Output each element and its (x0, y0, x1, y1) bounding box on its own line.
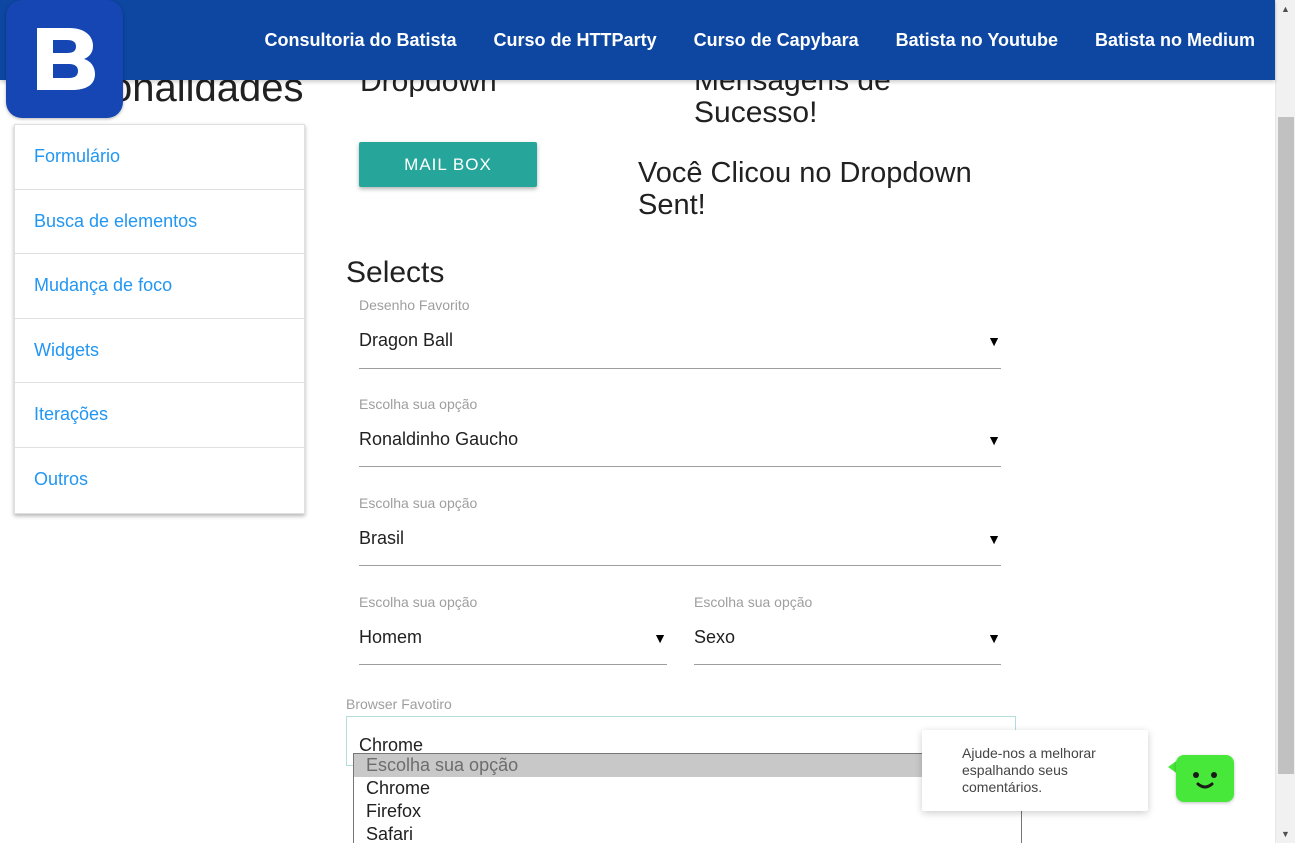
nav-link-capybara[interactable]: Curso de Capybara (694, 30, 859, 51)
select-desenho-favorito[interactable]: Desenho Favorito Dragon Ball ▼ (359, 297, 1001, 369)
page-scrollbar[interactable]: ▲ ▼ (1275, 0, 1295, 843)
select-underline (359, 368, 1001, 369)
select-value: Ronaldinho Gaucho (359, 429, 519, 449)
select-underline (359, 565, 1001, 566)
select-value: Homem (359, 627, 423, 647)
nav-link-httparty[interactable]: Curso de HTTParty (494, 30, 657, 51)
browser-option-firefox[interactable]: Firefox (354, 800, 1021, 823)
sidebar-menu: Formulário Busca de elementos Mudança de… (14, 124, 305, 514)
sidebar-item-mudanca-foco[interactable]: Mudança de foco (15, 254, 304, 319)
selects-heading: Selects (346, 256, 445, 289)
sidebar-item-formulario[interactable]: Formulário (15, 125, 304, 190)
feedback-chat-bubble[interactable]: Ajude-nos a melhorar espalhando seus com… (922, 730, 1148, 811)
sidebar-item-outros[interactable]: Outros (15, 448, 304, 513)
logo-b-icon (36, 28, 95, 90)
select-value: Dragon Ball (359, 330, 454, 350)
select-value: Brasil (359, 528, 405, 548)
sidebar-item-busca-elementos[interactable]: Busca de elementos (15, 190, 304, 255)
select-label: Escolha sua opção (359, 495, 478, 511)
sidebar-item-iteracoes[interactable]: Iterações (15, 383, 304, 448)
nav-link-youtube[interactable]: Batista no Youtube (896, 30, 1058, 51)
scroll-up-arrow-icon[interactable]: ▲ (1281, 4, 1290, 14)
select-sexo[interactable]: Escolha sua opção Sexo ▼ (694, 594, 1001, 666)
scrollbar-thumb[interactable] (1278, 117, 1294, 774)
chat-line1: Ajude-nos a melhorar (962, 745, 1096, 761)
nav-link-medium[interactable]: Batista no Medium (1095, 30, 1255, 51)
browser-option-chrome[interactable]: Chrome (354, 777, 1021, 800)
top-navbar: Consultoria do Batista Curso de HTTParty… (0, 0, 1275, 80)
smiley-face-icon (1193, 772, 1217, 789)
dropdown-caret-icon: ▼ (987, 630, 1001, 646)
chat-line3: comentários. (962, 779, 1043, 795)
sidebar-item-widgets[interactable]: Widgets (15, 319, 304, 384)
dropdown-caret-icon: ▼ (653, 630, 667, 646)
feedback-chat-text: Ajude-nos a melhorar espalhando seus com… (962, 745, 1122, 796)
select-label: Desenho Favorito (359, 297, 470, 313)
browser-option-placeholder[interactable]: Escolha sua opção (354, 754, 1021, 777)
dropdown-caret-icon: ▼ (987, 432, 1001, 448)
select-underline (694, 664, 1001, 665)
nav-links: Consultoria do Batista Curso de HTTParty… (228, 0, 1255, 80)
dropdown-clicked-message: Você Clicou no Dropdown Sent! (638, 157, 972, 221)
success-heading-line2: Sucesso! (694, 96, 818, 129)
select-label: Escolha sua opção (359, 594, 478, 610)
nav-link-consultoria[interactable]: Consultoria do Batista (265, 30, 457, 51)
clicked-message-line1: Você Clicou no Dropdown (638, 157, 972, 189)
select-underline (359, 466, 1001, 467)
select-genero[interactable]: Escolha sua opção Homem ▼ (359, 594, 667, 666)
mail-box-button[interactable]: MAIL BOX (359, 142, 537, 187)
dropdown-caret-icon: ▼ (987, 333, 1001, 349)
dropdown-caret-icon: ▼ (987, 531, 1001, 547)
page-root: onalidades Dropdown Mensagens de Sucesso… (0, 0, 1295, 843)
chat-line2: espalhando seus (962, 762, 1068, 778)
browser-option-safari[interactable]: Safari (354, 823, 1021, 843)
select-label: Escolha sua opção (359, 396, 478, 412)
select-label: Escolha sua opção (694, 594, 813, 610)
select-value: Sexo (694, 627, 736, 647)
brand-logo[interactable] (6, 0, 123, 118)
scroll-down-arrow-icon[interactable]: ▼ (1281, 829, 1290, 839)
select-jogador[interactable]: Escolha sua opção Ronaldinho Gaucho ▼ (359, 396, 1001, 468)
select-underline (359, 664, 667, 665)
select-pais[interactable]: Escolha sua opção Brasil ▼ (359, 495, 1001, 567)
clicked-message-line2: Sent! (638, 189, 706, 221)
chat-launcher-button[interactable] (1176, 755, 1234, 802)
browser-select-label: Browser Favotiro (346, 696, 452, 712)
